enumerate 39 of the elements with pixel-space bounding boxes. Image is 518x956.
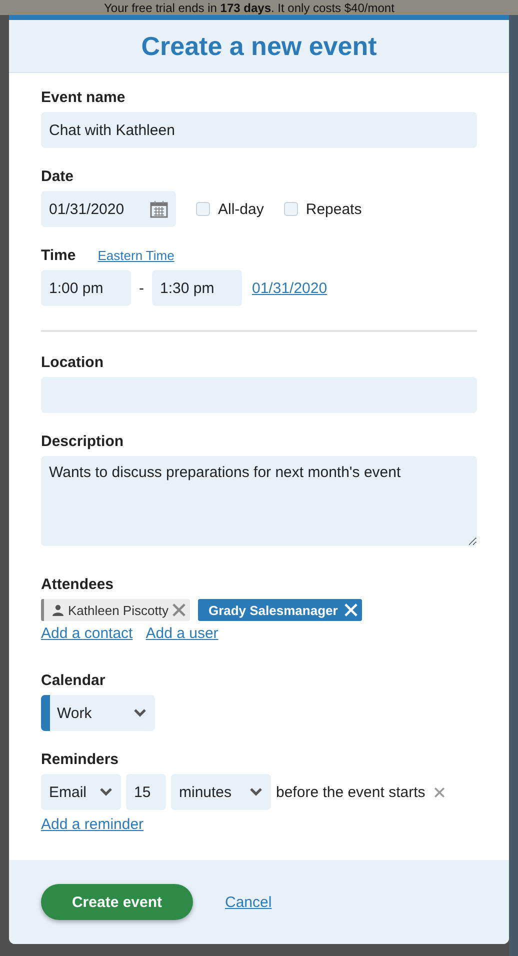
create-event-button[interactable]: Create event: [41, 884, 193, 920]
time-separator: -: [139, 280, 144, 296]
start-time-field[interactable]: 1:00 pm: [41, 270, 131, 306]
trial-banner-text: Your free trial ends in 173 days. It only costs $40/mont: [104, 0, 394, 14]
timezone-link[interactable]: Eastern Time: [98, 248, 174, 263]
add-attendee-link[interactable]: Add a contact: [41, 625, 133, 642]
chevron-down-icon: [99, 787, 113, 797]
field-label: Time: [41, 247, 76, 264]
close-icon[interactable]: [172, 603, 186, 617]
cancel-link[interactable]: Cancel: [225, 894, 272, 910]
field-label: Calendar: [41, 672, 106, 689]
chevron-down-icon: [133, 708, 147, 718]
reminder-suffix: before the event starts: [276, 784, 426, 800]
person-icon: [52, 604, 64, 616]
option-checkbox[interactable]: All-day: [196, 200, 264, 218]
attendee-chip[interactable]: Grady Salesmanager: [198, 599, 362, 621]
chevron-down-icon: [249, 787, 263, 797]
field-label: Date: [41, 168, 75, 185]
add-attendee-link[interactable]: Add a user: [146, 625, 218, 642]
close-icon[interactable]: [434, 786, 446, 798]
option-checkbox[interactable]: Repeats: [284, 200, 362, 218]
date-field[interactable]: 01/31/2020: [41, 191, 176, 227]
field-label: Event name: [41, 89, 126, 106]
end-date-link[interactable]: 01/31/2020: [252, 280, 328, 296]
field-label: Reminders: [41, 751, 120, 768]
field-label: Attendees: [41, 576, 115, 593]
calendar-select[interactable]: Work: [41, 695, 155, 731]
field-label: Location: [41, 354, 104, 371]
add-reminder-link[interactable]: Add a reminder: [41, 816, 144, 833]
description-field[interactable]: Wants to discuss preparations for next month's event: [41, 456, 477, 546]
reminder-amount-field[interactable]: 15: [126, 774, 166, 810]
reminder-unit-select[interactable]: minutes: [171, 774, 271, 810]
event-name-field[interactable]: Chat with Kathleen: [41, 112, 477, 148]
dialog-title: Create a new event: [141, 30, 377, 62]
attendee-chip[interactable]: Kathleen Piscotty: [41, 599, 190, 621]
end-time-field[interactable]: 1:30 pm: [152, 270, 242, 306]
reminder-method-select[interactable]: Email: [41, 774, 121, 810]
calendar-icon[interactable]: [150, 200, 168, 218]
field-label: Description: [41, 433, 125, 450]
